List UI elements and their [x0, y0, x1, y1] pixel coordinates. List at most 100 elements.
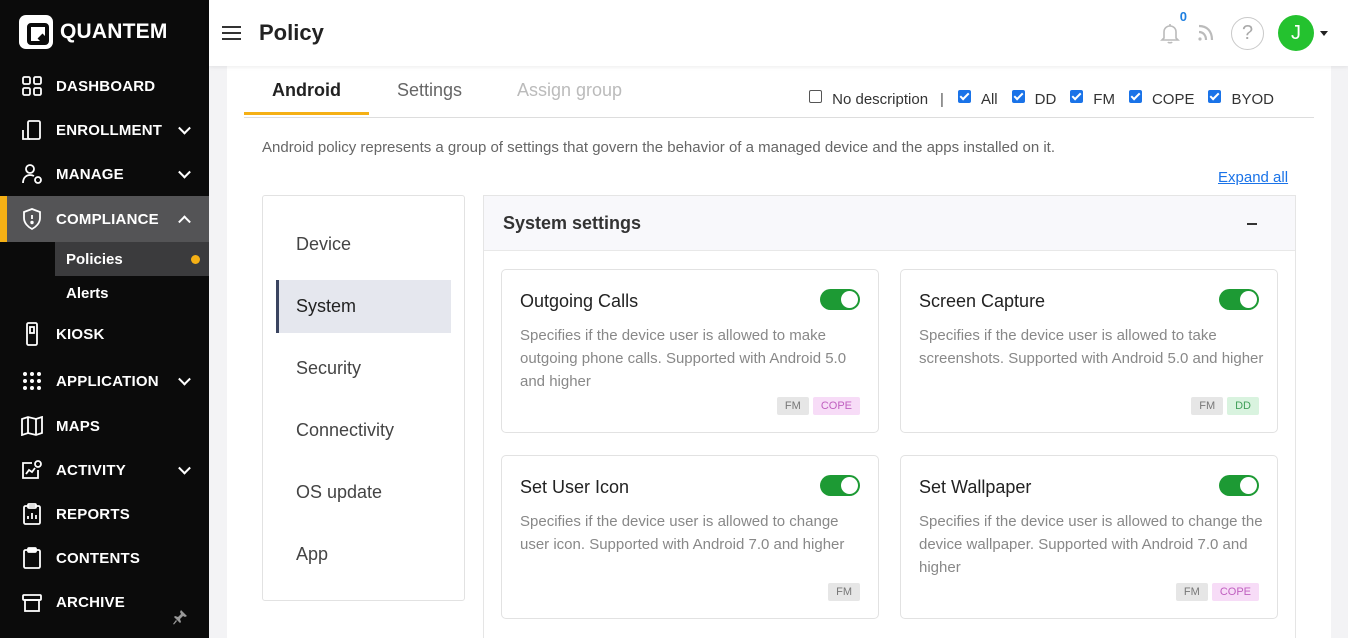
shield-icon — [21, 208, 43, 230]
setting-toggle[interactable] — [1219, 475, 1259, 496]
filter-cope[interactable]: COPE — [1128, 90, 1195, 108]
sidebar-item-dashboard[interactable]: DASHBOARD — [0, 64, 209, 108]
caret-down-icon[interactable] — [1320, 30, 1328, 36]
sidebar-subitem-label: Policies — [66, 250, 123, 268]
setting-title: Set User Icon — [520, 477, 630, 497]
category-system[interactable]: System — [276, 280, 451, 333]
sidebar-subitem-label: Alerts — [66, 284, 109, 302]
tag-cope: COPE — [812, 397, 860, 415]
category-os-update[interactable]: OS update — [276, 466, 451, 519]
setting-toggle[interactable] — [820, 475, 860, 496]
setting-description: Specifies if the device user is allowed … — [520, 513, 845, 553]
help-button[interactable]: ? — [1231, 16, 1264, 50]
sidebar-item-maps[interactable]: MAPS — [0, 404, 209, 448]
tag-fm: FM — [1175, 583, 1208, 601]
quantem-logo-icon — [19, 15, 53, 49]
chevron-down-icon — [178, 165, 191, 179]
hamburger-menu-icon[interactable] — [222, 26, 241, 40]
filter-all[interactable]: All — [957, 90, 998, 108]
setting-card-screen-capture: Screen Capture Specifies if the device u… — [900, 269, 1278, 433]
notification-count-badge: 0 — [1179, 9, 1187, 24]
reports-icon — [21, 503, 43, 525]
filter-byod[interactable]: BYOD — [1208, 90, 1274, 108]
filter-label: COPE — [1151, 91, 1195, 108]
sidebar-item-kiosk[interactable]: KIOSK — [0, 310, 209, 358]
setting-description: Specifies if the device user is allowed … — [520, 327, 847, 390]
checkbox[interactable] — [1128, 90, 1142, 103]
sidebar-item-compliance[interactable]: COMPLIANCE — [0, 196, 209, 242]
policy-tabs: Android Settings Assign group No descrip… — [244, 66, 1314, 118]
setting-title: Outgoing Calls — [520, 291, 639, 311]
sidebar-item-label: APPLICATION — [56, 372, 159, 390]
sidebar-item-label: ARCHIVE — [56, 593, 125, 611]
setting-tags: FM — [824, 583, 860, 601]
sidebar-subitem-policies[interactable]: Policies — [55, 242, 209, 276]
category-connectivity[interactable]: Connectivity — [276, 404, 451, 457]
tag-fm: FM — [776, 397, 809, 415]
setting-toggle[interactable] — [1219, 289, 1259, 310]
active-dot-icon — [191, 255, 200, 264]
setting-toggle[interactable] — [820, 289, 860, 310]
sidebar-item-label: COMPLIANCE — [56, 210, 159, 228]
kiosk-icon — [21, 322, 43, 346]
checkbox[interactable] — [1070, 90, 1084, 103]
notification-bell-icon[interactable]: 0 — [1158, 9, 1187, 45]
filter-label: BYOD — [1231, 91, 1274, 108]
setting-description: Specifies if the device user is allowed … — [919, 327, 1264, 367]
filter-no-description[interactable]: No description — [809, 90, 928, 108]
setting-card-set-wallpaper: Set Wallpaper Specifies if the device us… — [900, 455, 1278, 619]
category-security[interactable]: Security — [276, 342, 451, 395]
collapse-icon[interactable] — [1247, 223, 1257, 225]
tab-android[interactable]: Android — [244, 80, 369, 115]
category-device[interactable]: Device — [276, 218, 451, 271]
sidebar-item-label: ENROLLMENT — [56, 121, 163, 139]
sidebar-item-reports[interactable]: REPORTS — [0, 492, 209, 536]
filter-label: FM — [1093, 91, 1115, 108]
checkbox[interactable] — [1011, 90, 1025, 103]
section-title: System settings — [503, 212, 642, 233]
tag-cope: COPE — [1211, 583, 1259, 601]
checkbox[interactable] — [957, 90, 971, 103]
category-app[interactable]: App — [276, 528, 451, 581]
panel-header[interactable]: System settings — [484, 196, 1295, 251]
setting-description: Specifies if the device user is allowed … — [919, 513, 1263, 576]
tab-assign-group[interactable]: Assign group — [517, 80, 622, 113]
rss-feed-icon[interactable] — [1195, 22, 1217, 44]
activity-icon — [21, 459, 43, 481]
archive-icon — [21, 591, 43, 613]
clipboard-icon — [21, 547, 43, 569]
tag-fm: FM — [1191, 397, 1224, 415]
tab-settings[interactable]: Settings — [397, 80, 462, 113]
sidebar-item-application[interactable]: APPLICATION — [0, 358, 209, 404]
checkbox[interactable] — [809, 90, 823, 103]
filter-dd[interactable]: DD — [1011, 90, 1056, 108]
map-icon — [21, 415, 43, 437]
sidebar-item-manage[interactable]: MANAGE — [0, 152, 209, 196]
compliance-subnav: Policies Alerts — [0, 242, 209, 310]
setting-tags: FM DD — [1187, 397, 1259, 415]
brand[interactable]: QUANTEM — [0, 0, 209, 64]
tag-dd: DD — [1227, 397, 1259, 415]
main-content: Android Settings Assign group No descrip… — [227, 66, 1331, 638]
apps-grid-icon — [21, 370, 43, 392]
sidebar-item-contents[interactable]: CONTENTS — [0, 536, 209, 580]
setting-tags: FM COPE — [1172, 583, 1259, 601]
system-settings-panel: System settings Outgoing Calls Specifies… — [483, 195, 1296, 638]
sidebar-item-enrollment[interactable]: ENROLLMENT — [0, 108, 209, 152]
sidebar-item-activity[interactable]: ACTIVITY — [0, 448, 209, 492]
setting-card-set-user-icon: Set User Icon Specifies if the device us… — [501, 455, 879, 619]
filter-separator: | — [940, 91, 944, 108]
top-header: Policy 0 ? J — [209, 0, 1348, 66]
sidebar-nav: DASHBOARD ENROLLMENT MANAGE COMPLIANCE — [0, 64, 209, 242]
sidebar-subitem-alerts[interactable]: Alerts — [0, 276, 209, 310]
user-avatar[interactable]: J — [1278, 15, 1314, 51]
chevron-down-icon — [178, 372, 191, 386]
sidebar-item-label: CONTENTS — [56, 549, 141, 567]
avatar-initial: J — [1291, 21, 1301, 44]
checkbox[interactable] — [1208, 90, 1222, 103]
pin-icon[interactable] — [172, 609, 188, 625]
expand-all-link[interactable]: Expand all — [1218, 169, 1288, 186]
filter-fm[interactable]: FM — [1070, 90, 1115, 108]
setting-card-outgoing-calls: Outgoing Calls Specifies if the device u… — [501, 269, 879, 433]
sidebar-item-label: MANAGE — [56, 165, 124, 183]
